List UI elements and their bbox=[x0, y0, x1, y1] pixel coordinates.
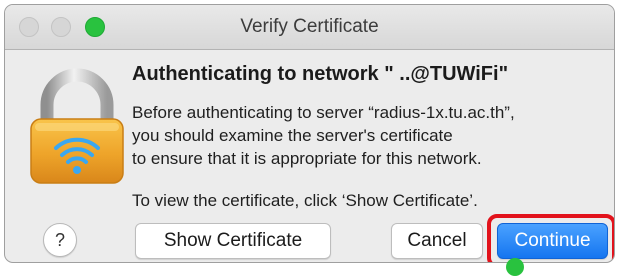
help-button[interactable]: ? bbox=[43, 223, 77, 257]
dialog-hint: To view the certificate, click ‘Show Cer… bbox=[132, 191, 478, 210]
lock-wifi-icon bbox=[30, 68, 124, 184]
dialog-body: Before authenticating to server “radius-… bbox=[132, 101, 612, 170]
continue-highlight-outline bbox=[487, 214, 614, 262]
cancel-button[interactable]: Cancel bbox=[391, 223, 483, 259]
show-certificate-button[interactable]: Show Certificate bbox=[135, 223, 331, 259]
dialog-heading: Authenticating to network " ..@TUWiFi" bbox=[132, 63, 509, 85]
body-line: Before authenticating to server “radius-… bbox=[132, 103, 515, 122]
body-line: you should examine the server's certific… bbox=[132, 126, 453, 145]
body-line: to ensure that it is appropriate for thi… bbox=[132, 149, 482, 168]
verify-certificate-dialog: Verify Certificate Authenticating to net… bbox=[4, 4, 615, 263]
cursor-indicator-dot bbox=[506, 258, 524, 276]
title-bar: Verify Certificate bbox=[5, 5, 614, 50]
window-title: Verify Certificate bbox=[240, 16, 379, 37]
